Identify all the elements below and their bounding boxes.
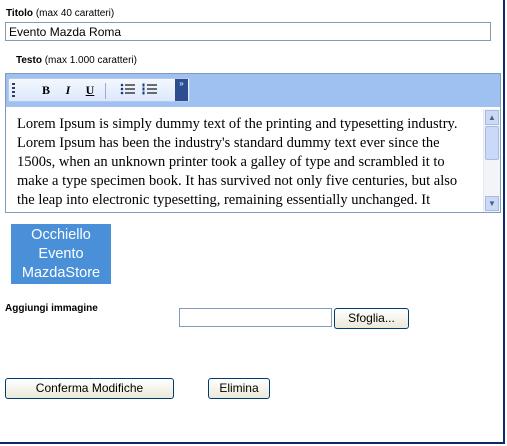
logo-line-2: Evento xyxy=(38,246,84,262)
italic-button[interactable]: I xyxy=(59,82,77,98)
underline-button[interactable]: U xyxy=(81,82,99,98)
logo-line-3: MazdaStore xyxy=(21,265,101,281)
bold-button[interactable]: B xyxy=(37,82,55,98)
text-label: Testo (max 1.000 caratteri) xyxy=(16,55,137,66)
event-logo-image: Occhiello Evento MazdaStore xyxy=(11,224,111,284)
bulleted-list-button[interactable] xyxy=(119,82,137,98)
chevron-down-icon[interactable]: ▼ xyxy=(485,196,499,211)
title-label-text: Titolo xyxy=(6,8,34,19)
toolbar-overflow-button[interactable]: » xyxy=(175,79,188,101)
toolbar-separator xyxy=(105,83,106,99)
text-hint: (max 1.000 caratteri) xyxy=(44,55,137,66)
editor-content[interactable]: Lorem Ipsum is simply dummy text of the … xyxy=(6,109,485,212)
browse-button[interactable]: Sfoglia... xyxy=(334,308,409,329)
logo-line-1: Occhiello xyxy=(31,227,91,243)
title-hint: (max 40 caratteri) xyxy=(35,8,115,19)
chevron-up-icon[interactable]: ▲ xyxy=(485,110,499,125)
add-image-label: Aggiungi immagine xyxy=(5,303,98,314)
scrollbar-thumb[interactable] xyxy=(485,126,499,160)
title-input[interactable] xyxy=(5,22,491,41)
confirm-changes-button[interactable]: Conferma Modifiche xyxy=(5,378,174,399)
editor-toolbar-band: B I U » xyxy=(6,74,500,107)
editor-toolbar: B I U » xyxy=(8,78,190,102)
delete-button[interactable]: Elimina xyxy=(208,378,270,399)
numbered-list-icon xyxy=(142,83,157,95)
rich-text-editor: B I U » Lorem Ipsum is simply dummy text… xyxy=(5,73,501,213)
image-path-input[interactable] xyxy=(179,308,332,327)
title-label: Titolo (max 40 caratteri) xyxy=(6,8,114,19)
text-label-text: Testo xyxy=(16,55,42,66)
grip-icon[interactable] xyxy=(12,83,15,97)
bulleted-list-icon xyxy=(120,83,135,95)
numbered-list-button[interactable] xyxy=(141,82,159,98)
editor-scrollbar[interactable]: ▲ ▼ xyxy=(483,109,500,212)
